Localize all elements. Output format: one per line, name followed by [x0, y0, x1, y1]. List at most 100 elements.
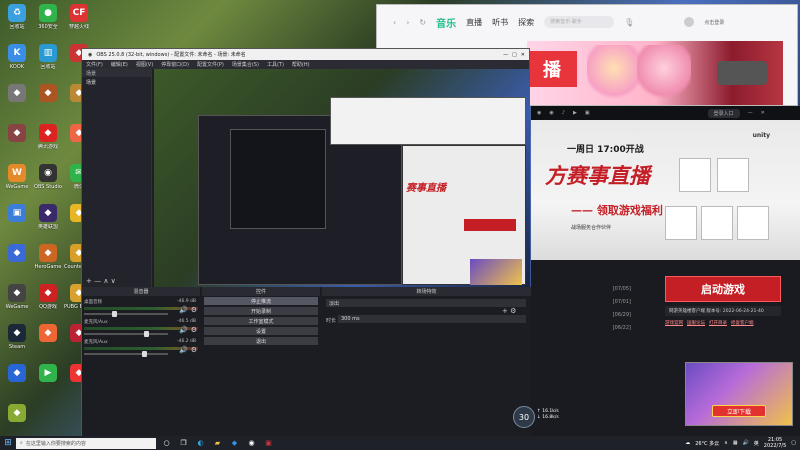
menu-edit[interactable]: 编辑(E) [111, 61, 128, 68]
menu-view[interactable]: 视图(V) [136, 61, 153, 68]
video-icon[interactable]: ▶ [573, 110, 577, 116]
avatar[interactable] [684, 17, 695, 27]
speaker-icon[interactable]: 🔊 [179, 346, 188, 354]
refresh-icon[interactable]: ↻ [419, 18, 426, 27]
volume-icon[interactable]: 🔊 [743, 440, 749, 446]
desktop-icon[interactable]: ▣ [2, 204, 32, 224]
speaker-icon[interactable]: 🔊 [179, 306, 188, 314]
forum-link[interactable]: 国服论坛 [687, 320, 705, 326]
game-app-icon[interactable]: ▣ [262, 438, 275, 449]
menu-help[interactable]: 帮助(H) [292, 61, 310, 68]
kook-app-icon[interactable]: ◆ [228, 438, 241, 449]
desktop-icon[interactable]: ▶ [33, 364, 63, 384]
add-transition-icon[interactable]: + ⚙ [502, 307, 516, 315]
desktop-icon[interactable]: ◆ 英雄联盟 [33, 204, 63, 230]
start-recording-button[interactable]: 开始录制 [204, 307, 318, 315]
gear-icon[interactable]: ⚙ [191, 326, 197, 334]
tab-live[interactable]: 直播 [466, 17, 482, 28]
desktop-icon[interactable]: ◆ [2, 364, 32, 384]
maximize-icon[interactable]: □ [512, 52, 517, 58]
weather-icon[interactable]: ☁ [685, 440, 690, 446]
menu-file[interactable]: 文件(F) [86, 61, 103, 68]
tab-audiobook[interactable]: 听书 [492, 17, 508, 28]
menu-profile[interactable]: 配置文件(P) [197, 61, 224, 68]
promo-banner[interactable]: 立即下载 [685, 362, 793, 426]
open-folder-link[interactable]: 打开目录 [709, 320, 727, 326]
music-search-input[interactable]: 搜索音乐·歌手 [544, 16, 615, 28]
tab-music[interactable]: 音乐 [436, 15, 456, 30]
taskbar-search-input[interactable]: ⌕ 在这里输入你要搜索的内容 [16, 437, 156, 449]
file-explorer-icon[interactable]: ▰ [211, 438, 224, 449]
volume-slider-handle[interactable] [144, 331, 149, 337]
menu-scene-collection[interactable]: 场景集合(S) [232, 61, 259, 68]
close-icon[interactable]: ✕ [521, 52, 525, 58]
obs-app-icon[interactable]: ◉ [245, 438, 258, 449]
volume-slider-handle[interactable] [112, 311, 117, 317]
obs-window[interactable]: ◉ OBS 25.0.8 (32-bit, windows) - 配置文件: 未… [81, 48, 531, 437]
repair-client-link[interactable]: 修复客户端 [731, 320, 754, 326]
weather-text[interactable]: 26°C 多云 [695, 440, 719, 447]
desktop-icon[interactable]: ◆ [33, 324, 63, 344]
notification-icon[interactable]: ▢ [791, 440, 796, 446]
desktop-icon[interactable]: ◆ [2, 404, 32, 424]
menu-docks[interactable]: 停靠窗口(D) [161, 61, 189, 68]
mic-icon[interactable]: 🎙 [624, 18, 634, 27]
desktop-icon[interactable]: ◆ [33, 84, 63, 104]
login-input[interactable]: 登录入口 [707, 108, 740, 118]
obs-preview[interactable]: 赛事直播 [154, 69, 530, 287]
studio-mode-button[interactable]: 工作室模式 [204, 317, 318, 325]
scene-item[interactable]: 场景 [82, 77, 151, 88]
desktop-icon[interactable]: ◆ [2, 244, 32, 264]
edge-icon[interactable]: ◐ [194, 438, 207, 449]
login-link[interactable]: 点击登录 [704, 19, 724, 26]
forward-icon[interactable]: › [406, 18, 409, 27]
task-view-icon[interactable]: ❐ [177, 438, 190, 449]
wechat-icon[interactable]: ◉ [537, 110, 541, 116]
desktop-icon[interactable]: ♻ 回收站 [2, 4, 32, 30]
news-date[interactable]: [07/05] [571, 282, 631, 295]
launch-game-button[interactable]: 启动游戏 [665, 276, 781, 302]
cortana-icon[interactable]: ○ [160, 438, 173, 449]
windows-start-icon[interactable]: ⊞ [0, 436, 16, 450]
back-icon[interactable]: ‹ [393, 18, 396, 27]
transition-select[interactable]: 淡出 [326, 299, 526, 307]
desktop-icon[interactable]: ● 360安全 [33, 4, 63, 30]
game-launcher-window[interactable]: ◉ ◉ ♪ ▶ ▣ 登录入口 — ✕ unity 一周日 17:00开战 方赛事… [531, 106, 800, 436]
desktop-icon[interactable]: ◆ QQ游戏 [33, 284, 63, 310]
desktop-icon[interactable]: ◆ [2, 124, 32, 144]
desktop-icon[interactable]: ◆ WeGame [2, 284, 32, 310]
desktop-icon[interactable]: ▥ 回收站 [33, 44, 63, 70]
duration-input[interactable]: 300 ms [338, 315, 526, 323]
bilibili-icon[interactable]: ▣ [585, 110, 590, 116]
settings-button[interactable]: 设置 [204, 327, 318, 335]
desktop-icon[interactable]: CF 穿越火线 [64, 4, 94, 30]
desktop-icon[interactable]: K KOOK [2, 44, 32, 70]
volume-slider[interactable] [84, 331, 168, 337]
official-site-link[interactable]: 游戏官网 [665, 320, 683, 326]
clock[interactable]: 21:05 2022/7/5 [764, 437, 786, 449]
desktop-icon[interactable]: W WeGame [2, 164, 32, 190]
promo-download-button[interactable]: 立即下载 [712, 405, 766, 417]
tray-expand-icon[interactable]: ∧ [724, 440, 728, 446]
news-date[interactable]: [06/29] [571, 308, 631, 321]
news-date[interactable]: [07/01] [571, 295, 631, 308]
minimize-icon[interactable]: — [748, 110, 753, 116]
tiktok-icon[interactable]: ♪ [562, 110, 565, 116]
tab-explore[interactable]: 探索 [518, 17, 534, 28]
desktop-icon[interactable]: ◆ HeroGame [33, 244, 63, 270]
gear-icon[interactable]: ⚙ [191, 346, 197, 354]
add-scene-button[interactable]: + — ∧ ∨ [86, 277, 116, 285]
volume-slider[interactable] [84, 351, 168, 357]
minimize-icon[interactable]: — [503, 52, 508, 58]
volume-slider-handle[interactable] [141, 351, 147, 357]
desktop-icon[interactable]: ◉ OBS Studio [33, 164, 63, 190]
news-date[interactable]: [06/22] [571, 321, 631, 334]
desktop-icon[interactable]: ◆ 腾讯游戏 [33, 124, 63, 150]
music-banner[interactable]: 播 [527, 41, 783, 105]
desktop-icon[interactable]: ◆ Steam [2, 324, 32, 350]
stop-streaming-button[interactable]: 停止推流 [204, 297, 318, 305]
speaker-icon[interactable]: 🔊 [179, 326, 188, 334]
menu-tools[interactable]: 工具(T) [267, 61, 284, 68]
ime-indicator[interactable]: 英 [754, 440, 759, 447]
network-icon[interactable]: ▦ [733, 440, 738, 446]
